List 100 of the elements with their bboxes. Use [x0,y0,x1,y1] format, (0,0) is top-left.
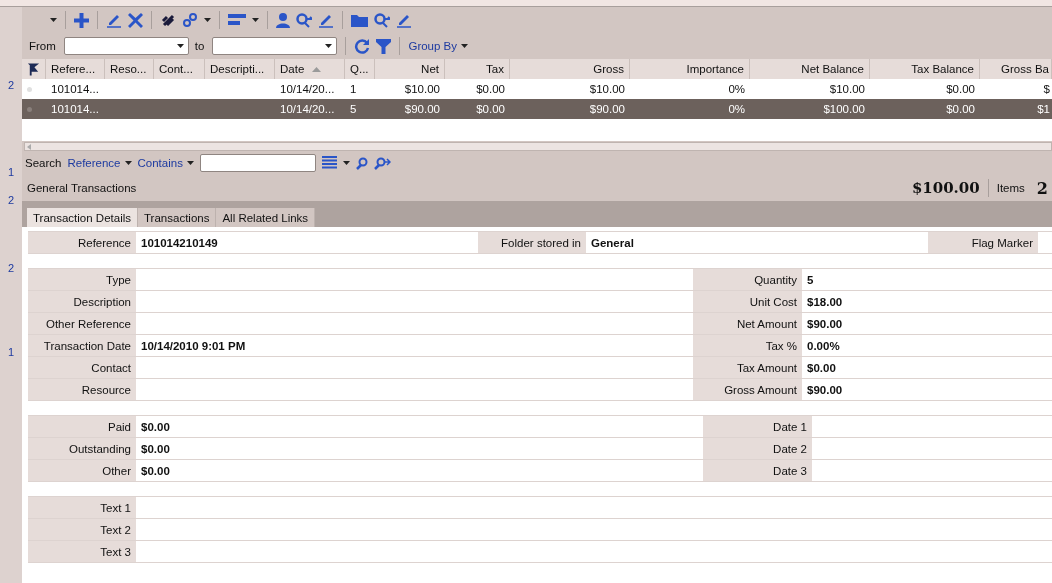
column-header[interactable]: Reso... [105,59,154,79]
delete-icon[interactable] [128,12,143,28]
search-label: Search [25,157,62,169]
column-header[interactable]: Q... [345,59,375,79]
table-cell-text: 0% [727,102,746,117]
column-header[interactable]: Net [375,59,445,79]
dot-icon [27,86,32,92]
table-cell-text: $0.00 [475,82,506,97]
field-label: Tax % [693,335,802,357]
table-cell-text: 10/14/20... [279,82,336,97]
table-cell-text: $10.00 [828,82,866,97]
column-header[interactable]: Tax [445,59,510,79]
pencil-icon[interactable] [106,12,122,28]
field-label: Tax Amount [693,357,802,379]
column-header[interactable]: Net Balance [750,59,870,79]
table-cell-text: $0.00 [945,102,976,117]
row-count: 1 [7,165,15,179]
table-cell-text: 0% [727,82,746,97]
date-dropdown[interactable] [212,37,338,55]
caret-icon [325,44,333,48]
search-next-icon[interactable] [373,156,391,170]
table-cell-text: $100.00 [822,102,866,117]
refresh-icon[interactable] [354,38,371,54]
row-count: 2 [7,78,15,92]
field-label: Date 2 [703,438,812,460]
table-cell-text: $90.00 [403,102,441,117]
field-label: Unit Cost [693,291,802,313]
caret-icon[interactable] [50,18,57,22]
field-label: Outstanding [28,438,136,460]
tab[interactable]: All Related Links [216,208,316,227]
flag-icon[interactable] [27,62,40,76]
caret-icon[interactable] [252,18,259,22]
field-label: Quantity [693,269,802,291]
total-amount: $100.00 [911,179,980,197]
person-icon[interactable] [276,12,290,28]
search-icon[interactable] [355,156,368,170]
date-dropdown[interactable] [63,37,189,55]
table-cell-text: $0.00 [475,102,506,117]
column-header[interactable]: Descripti... [205,59,275,79]
caret-icon[interactable] [342,161,350,165]
table-cell-text: $10.00 [403,82,441,97]
horizontal-scrollbar[interactable] [24,142,1052,151]
column-header[interactable]: Refere... [46,59,105,79]
filter-icon[interactable] [376,38,392,54]
table-cell-text: 101014... [50,82,100,97]
field-dropdown[interactable]: Reference [67,157,132,169]
field-label: Folder stored in [478,232,586,254]
caret-icon [176,44,184,48]
layout-icon[interactable] [228,13,246,27]
section-title: General Transactions [27,182,137,194]
caret-icon[interactable] [204,18,211,22]
table-cell-text: $ [1042,82,1051,97]
search-icon[interactable] [374,12,390,28]
field-label: Flag Marker [928,232,1038,254]
list-icon[interactable] [321,156,337,170]
column-header[interactable]: Importance [630,59,750,79]
link-icon[interactable] [160,12,176,28]
pencil-icon[interactable] [396,12,412,28]
field-label: Text 3 [28,541,136,563]
caret-icon[interactable] [461,44,468,48]
folder-icon[interactable] [351,13,368,27]
field-label: Net Amount [693,313,802,335]
search-field[interactable] [199,154,316,172]
to-label: to [194,40,205,52]
field-label: Text 1 [28,497,136,519]
pencil-icon[interactable] [318,12,334,28]
table-cell-text: $10.00 [588,82,626,97]
column-header[interactable]: Gross [510,59,630,79]
table-cell-text: 5 [349,102,358,117]
tab[interactable]: Transaction Details [27,208,138,227]
operator-dropdown[interactable]: Contains [137,157,194,169]
row-count: 2 [7,261,15,275]
table-cell-text: $0.00 [945,82,976,97]
dot-icon [27,106,32,112]
field-label: Reference [28,232,136,254]
tab[interactable]: Transactions [138,208,217,227]
row-count: 1 [7,345,15,359]
field-label: Resource [28,379,136,401]
table-row[interactable]: 101014... 10/14/20... 5 $90.00 $0.00 $90.00 0% $100.00 $0.00 $1 [22,99,1052,119]
add-icon[interactable] [74,12,89,28]
field-label: Type [28,269,136,291]
column-header[interactable]: Date [275,59,345,79]
caret-icon[interactable] [186,161,194,165]
caret-icon[interactable] [124,161,132,165]
field-label: Other [28,460,136,482]
field-label: Other Reference [28,313,136,335]
column-header[interactable]: Tax Balance [870,59,980,79]
table-cell-text: 101014... [50,102,100,117]
table-cell-text: $1 [1036,102,1051,117]
field-label: Transaction Date [28,335,136,357]
field-label: Description [28,291,136,313]
field-label: Text 2 [28,519,136,541]
group-by-dropdown[interactable]: Group By [408,40,468,52]
from-label: From [29,40,56,52]
column-header[interactable]: Cont... [154,59,205,79]
search-icon[interactable] [296,12,312,28]
items-count: 2 [1036,178,1048,198]
column-header[interactable]: Gross Ba [980,59,1052,79]
field-label: Paid [28,416,136,438]
items-label: Items [996,182,1025,194]
